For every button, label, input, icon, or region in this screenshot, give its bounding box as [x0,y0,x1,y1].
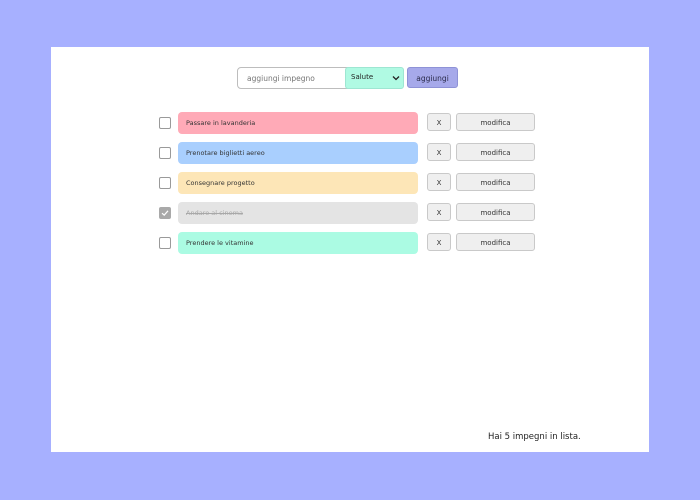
delete-button-label: X [436,149,442,157]
todo-item: Andare al cinema X modifica [159,202,539,224]
chevron-down-icon [392,76,400,81]
todo-text-bar: Consegnare progetto [178,172,418,194]
todo-text-bar: Prenotare biglietti aereo [178,142,418,164]
delete-button-label: X [436,179,442,187]
edit-button-label: modifica [480,179,511,187]
edit-button[interactable]: modifica [456,113,535,131]
todo-checkbox[interactable] [159,207,171,219]
todo-checkbox[interactable] [159,147,171,159]
todo-text: Andare al cinema [186,209,243,217]
todo-input[interactable] [237,67,351,89]
edit-button-label: modifica [480,209,511,217]
edit-button-label: modifica [480,119,511,127]
todo-checkbox[interactable] [159,117,171,129]
todo-text: Consegnare progetto [186,179,255,187]
delete-button-label: X [436,119,442,127]
todo-item: Prenotare biglietti aereo X modifica [159,142,539,164]
edit-button[interactable]: modifica [456,173,535,191]
todo-text-bar: Passare in lavanderia [178,112,418,134]
delete-button-label: X [436,239,442,247]
delete-button[interactable]: X [427,203,451,221]
add-button-label: aggiungi [416,74,449,83]
delete-button-label: X [436,209,442,217]
delete-button[interactable]: X [427,173,451,191]
edit-button[interactable]: modifica [456,203,535,221]
delete-button[interactable]: X [427,113,451,131]
app-panel: Salute aggiungi Passare in lavanderia X … [51,47,649,452]
todo-item: Consegnare progetto X modifica [159,172,539,194]
edit-button[interactable]: modifica [456,143,535,161]
delete-button[interactable]: X [427,143,451,161]
edit-button-label: modifica [480,149,511,157]
todo-text: Prendere le vitamine [186,239,254,247]
edit-button-label: modifica [480,239,511,247]
checkmark-icon [161,210,169,217]
delete-button[interactable]: X [427,233,451,251]
edit-button[interactable]: modifica [456,233,535,251]
category-select[interactable]: Salute [345,67,404,89]
todo-text-bar: Prendere le vitamine [178,232,418,254]
todo-checkbox[interactable] [159,177,171,189]
add-button[interactable]: aggiungi [407,67,458,88]
todo-item: Prendere le vitamine X modifica [159,232,539,254]
todo-text-bar: Andare al cinema [178,202,418,224]
todo-text: Prenotare biglietti aereo [186,149,265,157]
todo-text: Passare in lavanderia [186,119,256,127]
todo-checkbox[interactable] [159,237,171,249]
todo-count-text: Hai 5 impegni in lista. [488,432,581,442]
todo-item: Passare in lavanderia X modifica [159,112,539,134]
category-selected-label: Salute [351,73,374,81]
